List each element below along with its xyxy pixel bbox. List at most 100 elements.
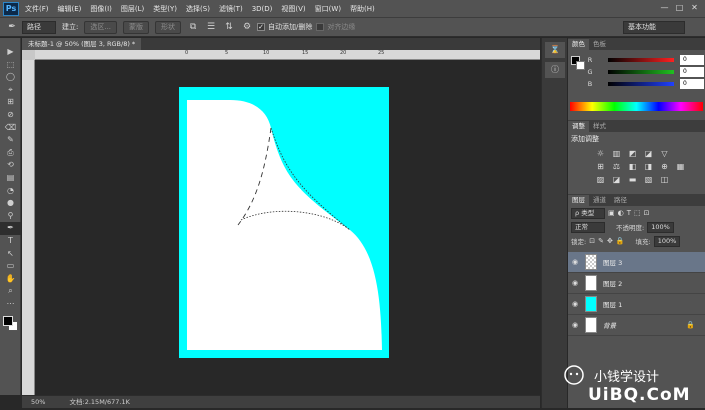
auto-add-delete-checkbox[interactable]: ✓ (257, 23, 266, 31)
zoom-level[interactable]: 50% (31, 398, 45, 406)
lock-image-icon[interactable]: ✎ (598, 237, 604, 245)
filter-adjust-icon[interactable]: ◐ (618, 209, 624, 217)
foreground-color-swatch[interactable] (3, 316, 13, 327)
color-channel-value[interactable]: 0 (680, 55, 704, 65)
adjustment-0-icon[interactable]: ☼ (594, 149, 607, 158)
history-panel-icon[interactable]: ⌛ (545, 42, 565, 58)
adjustment-15-icon[interactable]: ▧ (642, 175, 655, 184)
path-alignment-icon[interactable]: ☰ (205, 21, 217, 33)
eyedropper-tool-icon[interactable]: ⊘ (0, 109, 21, 122)
adjustment-5-icon[interactable] (674, 149, 687, 158)
menu-layer[interactable]: 图层(L) (121, 4, 144, 14)
layer-kind-filter[interactable]: ρ 类型 (571, 207, 605, 219)
tab-color[interactable]: 颜色 (568, 39, 589, 50)
workspace-select[interactable]: 基本功能 (623, 21, 685, 34)
color-channel-bar[interactable] (608, 82, 674, 86)
maximize-button[interactable]: □ (673, 2, 686, 14)
document-tab[interactable]: 未标题-1 @ 50% (图层 3, RGB/8) * (22, 38, 142, 50)
layer-row[interactable]: ◉ 图层 3 (568, 252, 705, 273)
clone-stamp-tool-icon[interactable]: ⎙ (0, 147, 21, 160)
menu-view[interactable]: 视图(V) (281, 4, 305, 14)
path-operations-icon[interactable]: ⧉ (187, 21, 199, 33)
eye-icon[interactable]: ◉ (568, 321, 582, 329)
filter-type-icon[interactable]: T (627, 209, 631, 217)
adjustment-12-icon[interactable]: ▨ (594, 175, 607, 184)
artwork[interactable] (35, 60, 540, 395)
lock-all-icon[interactable]: 🔒 (616, 237, 625, 245)
adjustment-6-icon[interactable]: ⊞ (594, 162, 607, 171)
tab-channels[interactable]: 通道 (589, 195, 610, 206)
gradient-tool-icon[interactable]: ◔ (0, 185, 21, 198)
filter-pixel-icon[interactable]: ▣ (608, 209, 615, 217)
adjustment-17-icon[interactable] (674, 175, 687, 184)
dodge-tool-icon[interactable]: ⚲ (0, 210, 21, 223)
color-slider-b[interactable]: B0 (584, 78, 704, 90)
blur-tool-icon[interactable]: ● (0, 197, 21, 210)
layer-row[interactable]: ◉ 图层 1 (568, 294, 705, 315)
lock-transparent-icon[interactable]: ⊡ (589, 237, 595, 245)
menu-file[interactable]: 文件(F) (25, 4, 49, 14)
rectangle-tool-icon[interactable]: ▭ (0, 260, 21, 273)
adjustment-8-icon[interactable]: ◧ (626, 162, 639, 171)
filter-shape-icon[interactable]: ⬚ (634, 209, 641, 217)
info-panel-icon[interactable]: ⓘ (545, 62, 565, 78)
color-swatches[interactable] (0, 310, 20, 340)
zoom-tool-icon[interactable]: ⌕ (0, 285, 21, 298)
horizontal-ruler[interactable]: 0 5 10 15 20 25 (35, 50, 540, 60)
color-spectrum[interactable] (570, 102, 703, 111)
move-tool-icon[interactable]: ▶ (0, 46, 21, 59)
type-tool-icon[interactable]: T (0, 235, 21, 248)
align-edges-checkbox[interactable] (316, 23, 325, 31)
lasso-tool-icon[interactable]: ◯ (0, 71, 21, 84)
layer-row[interactable]: ◉ 图层 2 (568, 273, 705, 294)
menu-select[interactable]: 选择(S) (186, 4, 210, 14)
adjustment-16-icon[interactable]: ◫ (658, 175, 671, 184)
eraser-tool-icon[interactable]: ▤ (0, 172, 21, 185)
brush-tool-icon[interactable]: ✎ (0, 134, 21, 147)
selection-button[interactable]: 选区... (84, 20, 118, 34)
tab-adjustments[interactable]: 调整 (568, 121, 589, 132)
tab-layers[interactable]: 图层 (568, 195, 589, 206)
color-slider-g[interactable]: G0 (584, 66, 704, 78)
quick-select-tool-icon[interactable]: ⌖ (0, 84, 21, 97)
more-tool-icon[interactable]: ⋯ (0, 298, 21, 311)
marquee-tool-icon[interactable]: ⬚ (0, 59, 21, 72)
menu-type[interactable]: 类型(Y) (153, 4, 177, 14)
adjustment-1-icon[interactable]: ▥ (610, 149, 623, 158)
adjustment-7-icon[interactable]: ⚖ (610, 162, 623, 171)
healing-tool-icon[interactable]: ⌫ (0, 122, 21, 135)
tab-paths[interactable]: 路径 (610, 195, 631, 206)
close-button[interactable]: ✕ (688, 2, 701, 14)
minimize-button[interactable]: — (658, 2, 671, 14)
pen-tool-icon[interactable]: ✒ (0, 222, 21, 235)
color-channel-bar[interactable] (608, 70, 674, 74)
mask-button[interactable]: 蒙版 (123, 20, 150, 34)
document-canvas[interactable] (35, 60, 540, 395)
menu-image[interactable]: 图像(I) (90, 4, 112, 14)
adjustment-13-icon[interactable]: ◪ (610, 175, 623, 184)
gear-icon[interactable]: ⚙ (241, 21, 253, 33)
eye-icon[interactable]: ◉ (568, 300, 582, 308)
adjustment-4-icon[interactable]: ▽ (658, 149, 671, 158)
eye-icon[interactable]: ◉ (568, 279, 582, 287)
menu-3d[interactable]: 3D(D) (252, 5, 273, 13)
color-channel-bar[interactable] (608, 58, 674, 62)
filter-smart-icon[interactable]: ⊡ (644, 209, 650, 217)
pen-tool-preset-icon[interactable]: ✒ (6, 21, 18, 33)
tab-swatches[interactable]: 色板 (589, 39, 610, 50)
menu-help[interactable]: 帮助(H) (350, 4, 375, 14)
adjustment-2-icon[interactable]: ◩ (626, 149, 639, 158)
adjustment-11-icon[interactable]: ▦ (674, 162, 687, 171)
layer-row[interactable]: ◉ 背景 🔒 (568, 315, 705, 336)
history-brush-tool-icon[interactable]: ⟲ (0, 159, 21, 172)
menu-window[interactable]: 窗口(W) (315, 4, 341, 14)
vertical-ruler[interactable] (22, 60, 35, 395)
lock-position-icon[interactable]: ✥ (607, 237, 613, 245)
fill-input[interactable]: 100% (653, 235, 681, 247)
menu-edit[interactable]: 编辑(E) (58, 4, 82, 14)
adjustment-3-icon[interactable]: ◪ (642, 149, 655, 158)
blend-mode-select[interactable]: 正常 (571, 221, 605, 233)
tab-styles[interactable]: 样式 (589, 121, 610, 132)
color-channel-value[interactable]: 0 (680, 67, 704, 77)
adjustment-10-icon[interactable]: ⊕ (658, 162, 671, 171)
